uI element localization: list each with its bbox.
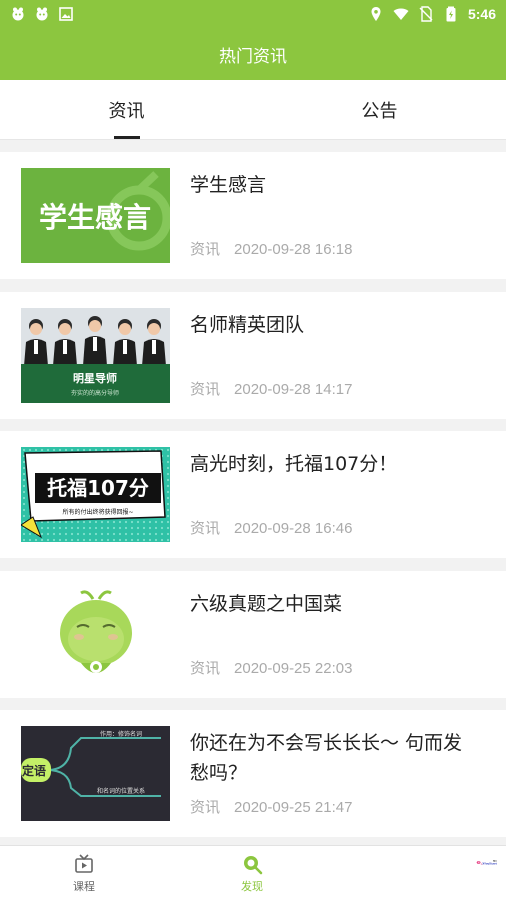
list-item[interactable]: 明星导师 夯实的的高分导师 名师精英团队 资讯 2020-09-28 14:17 — [0, 291, 506, 419]
article-meta: 资讯 2020-09-25 22:03 — [190, 657, 352, 678]
article-thumbnail: 定语 作用：修饰名词 和名词的位置关系 — [21, 726, 170, 821]
article-title: 高光时刻，托福107分！ — [190, 453, 398, 475]
thumb-label: 和名词的位置关系 — [97, 787, 145, 795]
list-item[interactable]: 定语 作用：修饰名词 和名词的位置关系 你还在为不会写长长长～ 句而发愁吗？ 资… — [0, 710, 506, 837]
article-thumbnail: 学生感言 — [21, 168, 170, 263]
status-time: 5:46 — [467, 6, 496, 22]
tab-announcements-label: 公告 — [361, 100, 398, 122]
search-icon — [244, 855, 263, 874]
image-icon — [58, 6, 74, 22]
article-meta: 资讯 2020-09-28 16:46 — [190, 517, 352, 538]
article-title: 学生感言 — [190, 174, 267, 196]
article-category: 资讯 — [190, 799, 221, 816]
nav-courses[interactable]: 课程 — [0, 846, 168, 900]
page-title: 热门资讯 — [219, 46, 287, 67]
nav-courses-label: 课程 — [73, 879, 95, 893]
tab-news[interactable]: 资讯 — [0, 80, 253, 139]
article-list: 学生感言 学生感言 资讯 2020-09-28 16:18 明星导师 夯实的的高… — [0, 152, 506, 850]
article-meta: 资讯 2020-09-25 21:47 — [190, 796, 352, 817]
article-title: 名师精英团队 — [190, 313, 305, 336]
thumb-label: 作用：修饰名词 — [100, 730, 142, 738]
article-thumbnail: 托福107分 所有的付出终将获得回报~ — [21, 447, 170, 542]
watermark-subtext: X游戏 — [493, 860, 497, 863]
status-bar: 5:46 — [0, 0, 506, 28]
thumb-text: 定语 — [22, 763, 46, 778]
bottom-nav: 课程 发现 X游戏 XYouXi.net — [0, 845, 506, 900]
location-icon — [368, 6, 384, 22]
thumb-text: 托福107分 — [47, 476, 149, 500]
article-category: 资讯 — [190, 380, 221, 398]
article-date: 2020-09-25 21:47 — [234, 799, 353, 816]
list-item[interactable]: 托福107分 所有的付出终将获得回报~ 高光时刻，托福107分！ 资讯 2020-… — [0, 431, 506, 558]
nav-discover-label: 发现 — [241, 879, 263, 893]
tab-bar: 资讯 公告 — [0, 80, 506, 140]
battery-icon — [443, 6, 459, 22]
article-date: 2020-09-25 22:03 — [234, 659, 353, 677]
app-notification-icon — [34, 6, 50, 22]
play-icon — [75, 853, 93, 873]
article-category: 资讯 — [190, 241, 221, 258]
thumb-subtext: 所有的付出终将获得回报~ — [62, 508, 133, 516]
mascot-image — [21, 586, 170, 682]
thumb-text: 学生感言 — [39, 201, 151, 234]
article-date: 2020-09-28 16:46 — [234, 520, 353, 537]
tab-announcements[interactable]: 公告 — [253, 80, 506, 139]
list-item[interactable]: 学生感言 学生感言 资讯 2020-09-28 16:18 — [0, 152, 506, 279]
app-notification-icon — [10, 6, 26, 22]
wifi-icon — [393, 6, 409, 22]
article-title: 你还在为不会写长长长～ 句而发愁吗？ — [190, 732, 463, 784]
tab-news-label: 资讯 — [108, 100, 145, 122]
article-category: 资讯 — [190, 520, 221, 537]
article-date: 2020-09-28 14:17 — [234, 380, 353, 398]
article-thumbnail: 明星导师 夯实的的高分导师 — [21, 307, 170, 403]
nav-watermark-area: X游戏 XYouXi.net — [336, 846, 504, 900]
thumb-subtext: 夯实的的高分导师 — [71, 389, 119, 397]
article-meta: 资讯 2020-09-28 14:17 — [190, 378, 352, 399]
app-bar: 热门资讯 — [0, 28, 506, 80]
nav-discover[interactable]: 发现 — [168, 846, 336, 900]
article-meta: 资讯 2020-09-28 16:18 — [190, 238, 352, 259]
watermark-logo: X游戏 XYouXi.net — [476, 860, 497, 866]
article-title: 六级真题之中国菜 — [190, 592, 343, 615]
thumb-text: 明星导师 — [73, 371, 117, 385]
article-category: 资讯 — [190, 659, 221, 677]
article-date: 2020-09-28 16:18 — [234, 241, 353, 258]
list-item[interactable]: 六级真题之中国菜 资讯 2020-09-25 22:03 — [0, 570, 506, 698]
no-sim-icon — [418, 6, 434, 22]
article-thumbnail — [21, 586, 170, 682]
